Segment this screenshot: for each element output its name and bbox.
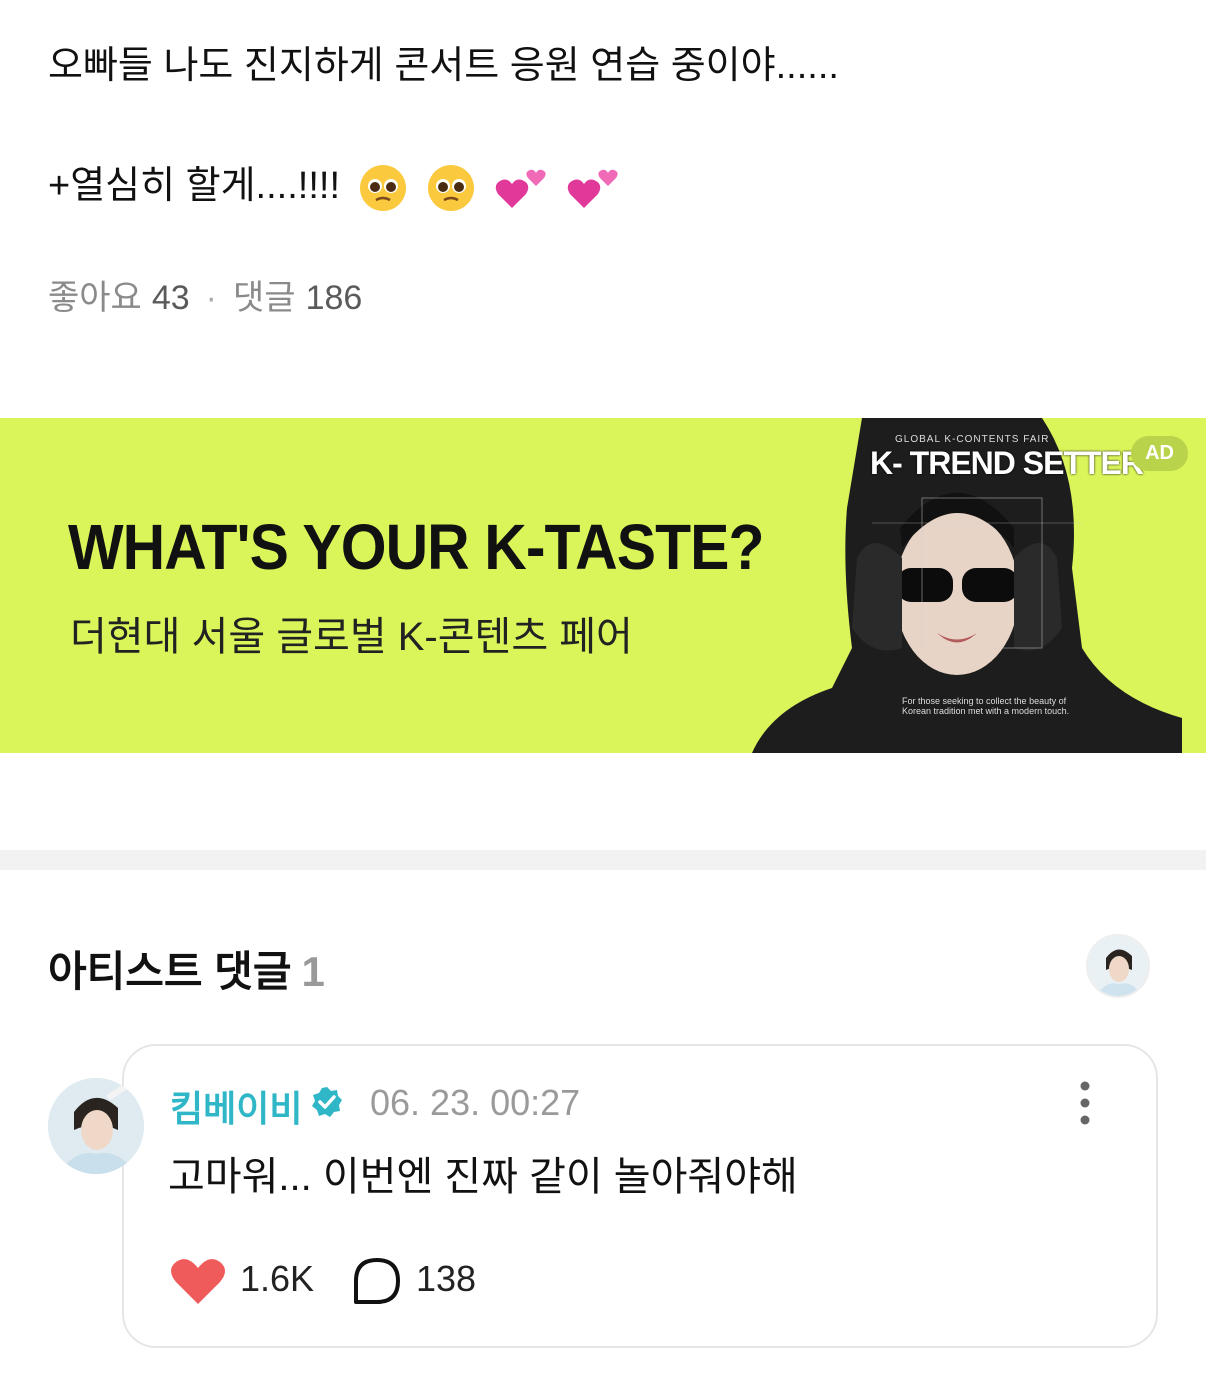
- verified-badge-icon: [312, 1087, 342, 1117]
- ad-visual-title: K- TREND SETTER: [870, 445, 1144, 481]
- likes-label[interactable]: 좋아요: [48, 279, 142, 317]
- pleading-face-icon: [428, 165, 475, 211]
- comments-label[interactable]: 댓글: [233, 279, 296, 317]
- stats-separator: ·: [205, 279, 217, 317]
- two-hearts-icon: [568, 169, 618, 208]
- artist-comments-label: 아티스트 댓글: [48, 948, 292, 995]
- ad-visual-footer: For those seeking to collect the beauty …: [902, 696, 1070, 716]
- post-text-line-2-text: +열심히 할게....!!!!: [48, 165, 341, 208]
- post-text-line-1: 오빠들 나도 진지하게 콘서트 응원 연습 중이야......: [48, 45, 839, 87]
- comment-timestamp: 06. 23. 00:27: [370, 1082, 581, 1123]
- post-text-line-2: +열심히 할게....!!!!: [48, 162, 1148, 214]
- ad-visual-top-text: GLOBAL K-CONTENTS FAIR: [895, 434, 1050, 445]
- pleading-face-icon: [359, 165, 406, 211]
- comment-reply-count: 138: [416, 1258, 477, 1299]
- ad-badge: AD: [1131, 436, 1188, 471]
- comment-author-avatar[interactable]: [48, 1078, 144, 1174]
- ad-banner[interactable]: WHAT'S YOUR K-TASTE? 더현대 서울 글로벌 K-콘텐츠 페어…: [0, 418, 1206, 753]
- post-stats: 좋아요 43 · 댓글 186: [48, 276, 362, 320]
- reply-bubble-icon[interactable]: [352, 1256, 402, 1306]
- comment-text: 고마워... 이번엔 진짜 같이 놀아줘야해: [168, 1155, 798, 1199]
- artist-comments-count: 1: [301, 948, 325, 995]
- comment-like-count: 1.6K: [240, 1258, 315, 1299]
- comments-count: 186: [305, 279, 363, 317]
- ad-headline: WHAT'S YOUR K-TASTE?: [68, 511, 764, 583]
- section-divider: [0, 850, 1206, 870]
- two-hearts-icon: [495, 169, 546, 208]
- artist-comments-title: 아티스트 댓글 1: [48, 938, 325, 999]
- ad-subheadline: 더현대 서울 글로벌 K-콘텐츠 페어: [70, 615, 633, 659]
- artist-avatar-small[interactable]: [1086, 934, 1150, 998]
- avatar-image: [1088, 936, 1148, 996]
- more-options-icon[interactable]: [1070, 1078, 1100, 1128]
- comment-author-name[interactable]: 킴베이비: [170, 1080, 302, 1132]
- heart-icon[interactable]: [170, 1256, 226, 1306]
- likes-count: 43: [151, 279, 190, 317]
- avatar-image: [48, 1078, 144, 1174]
